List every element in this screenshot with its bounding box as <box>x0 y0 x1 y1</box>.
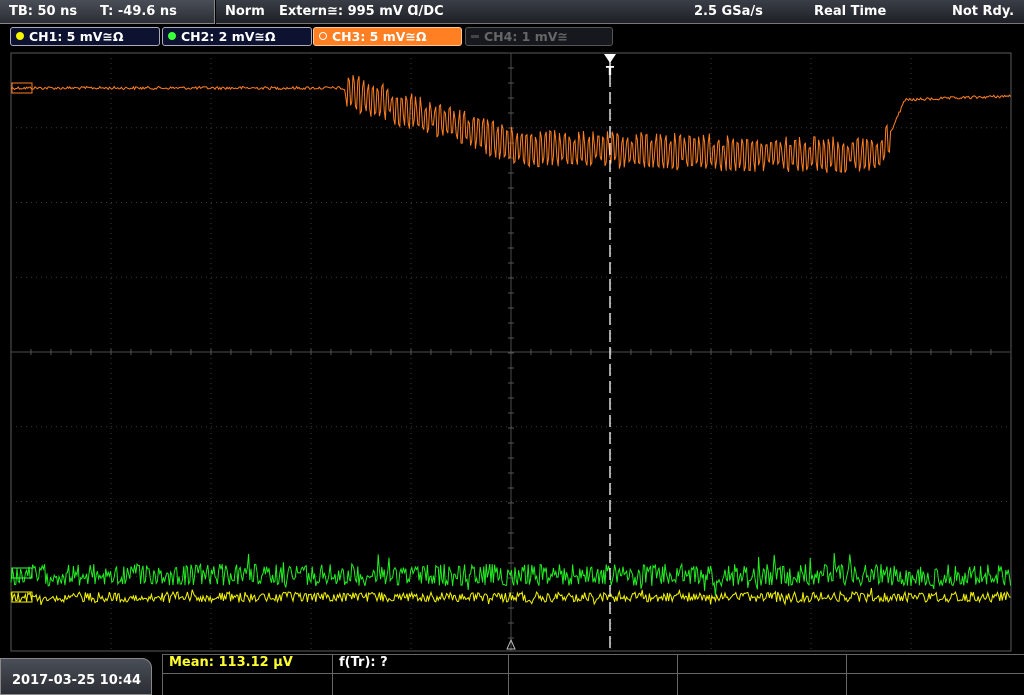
channel-indicator-icon <box>168 32 176 40</box>
top-status-bar: TB: 50 ns T: -49.6 ns Norm Extern≅: 995 … <box>0 0 1024 24</box>
acquisition-mode[interactable]: Real Time <box>814 4 886 19</box>
trigger-source[interactable]: Extern≅: 995 mV Ɑ/DC <box>279 4 444 19</box>
channel-label: CH3: 5 mV≅Ω <box>332 29 427 44</box>
channel-tab-ch2[interactable]: CH2: 2 mV≅Ω <box>162 27 312 46</box>
mean-measurement[interactable]: Mean: 113.12 µV <box>169 655 293 670</box>
trigger-offset-label: T: -49.6 ns <box>100 4 177 19</box>
channel-indicator-icon <box>16 32 24 40</box>
timebase-box[interactable]: TB: 50 ns T: -49.6 ns <box>0 0 215 24</box>
waveform-display[interactable]: T <box>0 50 1024 654</box>
channel-label: CH2: 2 mV≅Ω <box>181 29 276 44</box>
channel-indicator-icon <box>319 32 327 40</box>
datetime-box: 2017-03-25 10:44 <box>0 658 152 695</box>
measurement-panel[interactable]: Mean: 113.12 µV f(Tr): ? <box>162 654 1024 695</box>
channel-tab-ch3[interactable]: CH3: 5 mV≅Ω <box>313 27 462 46</box>
channel-label: CH4: 1 mV≅ <box>484 29 568 44</box>
acquisition-state: Not Rdy. <box>952 4 1015 19</box>
channel-indicator-icon <box>471 35 479 38</box>
timebase-label: TB: 50 ns <box>9 4 78 19</box>
bottom-bar: 2017-03-25 10:44 Mean: 113.12 µV f(Tr): … <box>0 654 1024 695</box>
sample-rate: 2.5 GSa/s <box>694 4 763 19</box>
trigger-marker-label: T <box>606 64 615 78</box>
channel-bar: CH1: 5 mV≅Ω CH2: 2 mV≅Ω CH3: 5 mV≅Ω CH4:… <box>0 25 1024 49</box>
frequency-measurement[interactable]: f(Tr): ? <box>339 655 388 670</box>
trigger-mode[interactable]: Norm <box>225 4 265 19</box>
acquisition-status-bar[interactable]: Norm Extern≅: 995 mV Ɑ/DC 2.5 GSa/s Real… <box>216 0 1024 24</box>
channel-tab-ch1[interactable]: CH1: 5 mV≅Ω <box>10 27 160 46</box>
channel-tab-ch4[interactable]: CH4: 1 mV≅ <box>465 27 613 46</box>
channel-label: CH1: 5 mV≅Ω <box>29 29 124 44</box>
datetime: 2017-03-25 10:44 <box>12 673 142 688</box>
